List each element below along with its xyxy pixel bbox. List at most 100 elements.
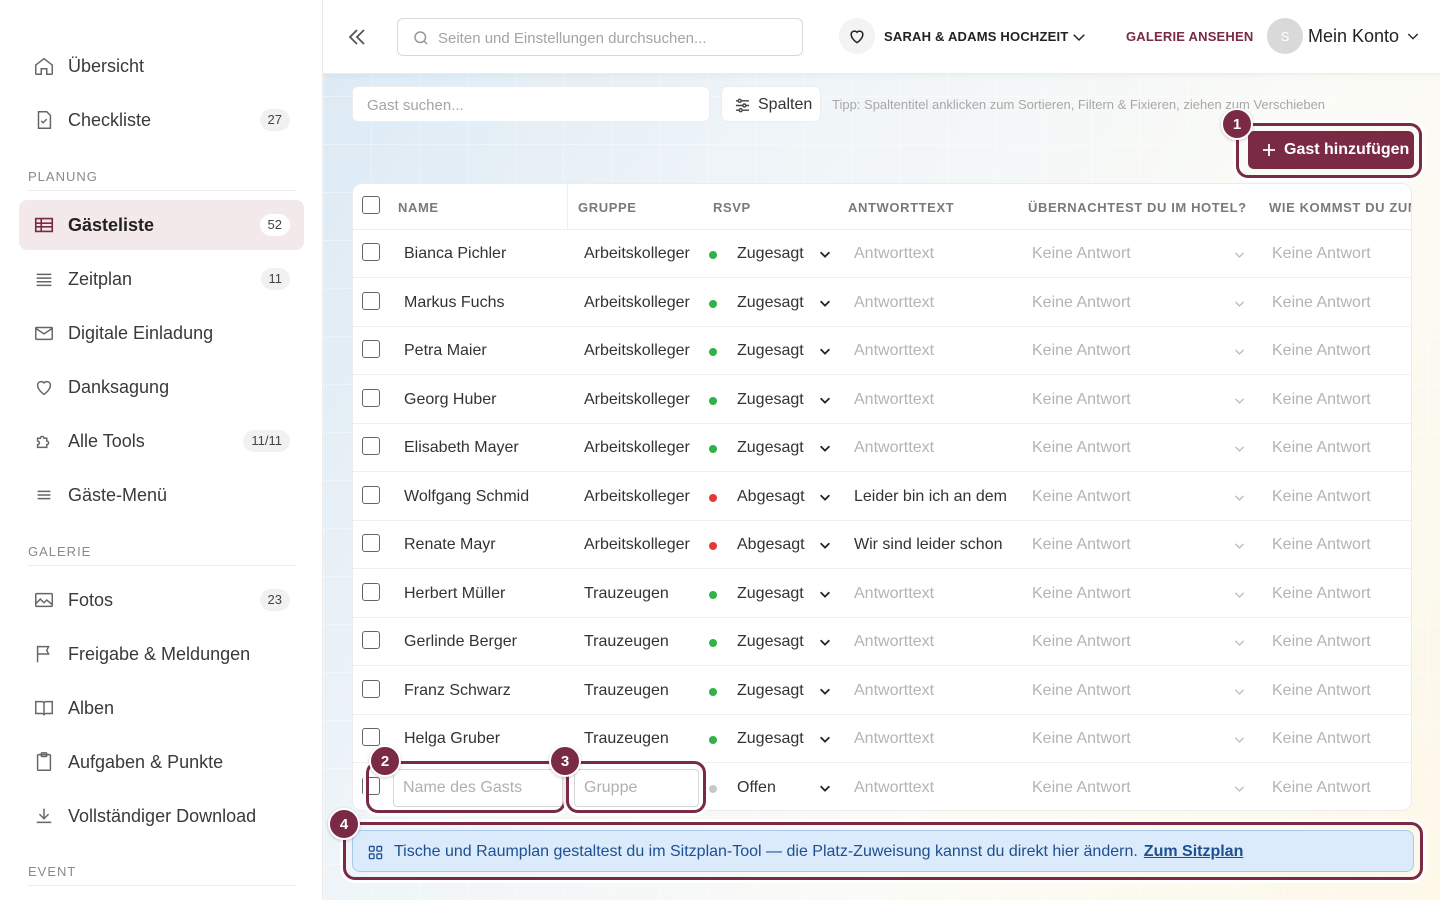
guest-group[interactable]: Trauzeugen — [584, 633, 690, 651]
guest-name[interactable]: Renate Mayr — [404, 536, 564, 554]
chevron-down-icon[interactable] — [1233, 297, 1246, 310]
column-header-name[interactable]: NAME — [398, 200, 439, 215]
response-text[interactable]: Antworttext — [854, 779, 1006, 797]
row-checkbox[interactable] — [362, 631, 380, 649]
row-checkbox[interactable] — [362, 437, 380, 455]
chevron-down-icon[interactable] — [818, 247, 832, 261]
chevron-down-icon[interactable] — [1233, 539, 1246, 552]
row-checkbox[interactable] — [362, 243, 380, 261]
travel-select[interactable]: Keine Antwort — [1272, 439, 1411, 457]
sidebar-item-zeitplan[interactable]: Zeitplan 11 — [19, 254, 304, 304]
column-header-response[interactable]: ANTWORTTEXT — [848, 200, 954, 215]
chevron-down-icon[interactable] — [818, 635, 832, 649]
guest-name[interactable]: Georg Huber — [404, 391, 564, 409]
seating-plan-link[interactable]: Zum Sitzplan — [1144, 843, 1244, 860]
guest-name[interactable]: Markus Fuchs — [404, 294, 564, 312]
row-checkbox[interactable] — [362, 777, 380, 795]
response-text[interactable]: Antworttext — [854, 294, 1006, 312]
hotel-select[interactable]: Keine Antwort — [1032, 488, 1162, 506]
new-guest-group-input[interactable] — [575, 770, 698, 806]
travel-select[interactable]: Keine Antwort — [1272, 585, 1411, 603]
guest-search-input[interactable] — [367, 94, 697, 116]
rsvp-select[interactable]: Offen — [737, 779, 817, 797]
sidebar-item-download[interactable]: Vollständiger Download — [19, 791, 304, 841]
rsvp-select[interactable]: Abgesagt — [737, 536, 817, 554]
chevron-down-icon[interactable] — [818, 296, 832, 310]
collapse-sidebar-icon[interactable] — [345, 25, 369, 49]
sidebar-item-digitale-einladung[interactable]: Digitale Einladung — [19, 308, 304, 358]
guest-group[interactable]: Arbeitskolleger — [584, 391, 690, 409]
response-text[interactable]: Antworttext — [854, 439, 1006, 457]
rsvp-select[interactable]: Zugesagt — [737, 391, 817, 409]
guest-name[interactable]: Elisabeth Mayer — [404, 439, 564, 457]
new-guest-name-input[interactable] — [394, 770, 562, 806]
rsvp-select[interactable]: Zugesagt — [737, 439, 817, 457]
guest-name[interactable]: Herbert Müller — [404, 585, 564, 603]
chevron-down-icon[interactable] — [818, 732, 832, 746]
row-checkbox[interactable] — [362, 679, 380, 698]
sidebar-item-fotos[interactable]: Fotos 23 — [19, 575, 304, 625]
rsvp-select[interactable]: Zugesagt — [737, 342, 817, 360]
column-header-rsvp[interactable]: RSVP — [713, 200, 751, 215]
rsvp-select[interactable]: Zugesagt — [737, 245, 817, 263]
chevron-down-icon[interactable] — [818, 344, 832, 358]
add-guest-button[interactable]: Gast hinzufügen — [1248, 131, 1414, 169]
response-text[interactable]: Antworttext — [854, 585, 1006, 603]
chevron-down-icon[interactable] — [1233, 636, 1246, 649]
sidebar-item-danksagung[interactable]: Danksagung — [19, 362, 304, 412]
hotel-select[interactable]: Keine Antwort — [1032, 585, 1162, 603]
chevron-down-icon[interactable] — [1233, 394, 1246, 407]
account-menu[interactable]: S Mein Konto — [1267, 18, 1421, 54]
chevron-down-icon[interactable] — [818, 441, 832, 455]
hotel-select[interactable]: Keine Antwort — [1032, 439, 1162, 457]
sidebar-item-alle-tools[interactable]: Alle Tools 11/11 — [19, 416, 304, 466]
guest-group[interactable]: Trauzeugen — [584, 585, 690, 603]
guest-group[interactable]: Arbeitskolleger — [584, 342, 690, 360]
chevron-down-icon[interactable] — [1233, 782, 1246, 795]
select-all-checkbox[interactable] — [362, 196, 380, 214]
chevron-down-icon[interactable] — [818, 538, 832, 552]
view-gallery-link[interactable]: GALERIE ANSEHEN — [1126, 29, 1253, 44]
chevron-down-icon[interactable] — [1233, 733, 1246, 746]
chevron-down-icon[interactable] — [818, 781, 832, 795]
response-text[interactable]: Antworttext — [854, 391, 1006, 409]
row-checkbox[interactable] — [362, 534, 380, 552]
response-text[interactable]: Antworttext — [854, 633, 1006, 651]
travel-select[interactable]: Keine Antwort — [1272, 245, 1411, 263]
row-checkbox[interactable] — [362, 728, 380, 746]
chevron-down-icon[interactable] — [1070, 28, 1088, 46]
response-text[interactable]: Leider bin ich an dem — [854, 488, 1006, 506]
hotel-select[interactable]: Keine Antwort — [1032, 682, 1162, 700]
sidebar-item-gaeste-menue[interactable]: Gäste-Menü — [19, 470, 304, 520]
chevron-down-icon[interactable] — [1233, 442, 1246, 455]
travel-select[interactable]: Keine Antwort — [1272, 633, 1411, 651]
chevron-down-icon[interactable] — [1233, 248, 1246, 261]
guest-group[interactable]: Arbeitskolleger — [584, 488, 690, 506]
sidebar-item-freigabe[interactable]: Freigabe & Meldungen — [19, 629, 304, 679]
guest-group[interactable]: Arbeitskolleger — [584, 245, 690, 263]
hotel-select[interactable]: Keine Antwort — [1032, 294, 1162, 312]
column-header-group[interactable]: GRUPPE — [578, 200, 637, 215]
event-selector[interactable]: SARAH & ADAMS HOCHZEIT — [884, 29, 1068, 44]
rsvp-select[interactable]: Zugesagt — [737, 682, 817, 700]
guest-group[interactable]: Trauzeugen — [584, 730, 690, 748]
response-text[interactable]: Antworttext — [854, 245, 1006, 263]
row-checkbox[interactable] — [362, 582, 380, 601]
response-text[interactable]: Antworttext — [854, 682, 1006, 700]
sidebar-item-alben[interactable]: Alben — [19, 683, 304, 733]
guest-group[interactable]: Arbeitskolleger — [584, 439, 690, 457]
guest-name[interactable]: Wolfgang Schmid — [404, 488, 564, 506]
guest-group[interactable]: Arbeitskolleger — [584, 536, 690, 554]
hotel-select[interactable]: Keine Antwort — [1032, 245, 1162, 263]
hotel-select[interactable]: Keine Antwort — [1032, 536, 1162, 554]
hotel-select[interactable]: Keine Antwort — [1032, 633, 1162, 651]
row-checkbox[interactable] — [362, 485, 380, 504]
sidebar-item-checkliste[interactable]: Checkliste 27 — [19, 95, 304, 145]
column-header-travel[interactable]: WIE KOMMST DU ZUM — [1269, 200, 1411, 215]
travel-select[interactable]: Keine Antwort — [1272, 730, 1411, 748]
hotel-select[interactable]: Keine Antwort — [1032, 342, 1162, 360]
rsvp-select[interactable]: Zugesagt — [737, 585, 817, 603]
sidebar-item-gaesteliste[interactable]: Gästeliste 52 — [19, 200, 304, 250]
travel-select[interactable]: Keine Antwort — [1272, 391, 1411, 409]
chevron-down-icon[interactable] — [1233, 345, 1246, 358]
